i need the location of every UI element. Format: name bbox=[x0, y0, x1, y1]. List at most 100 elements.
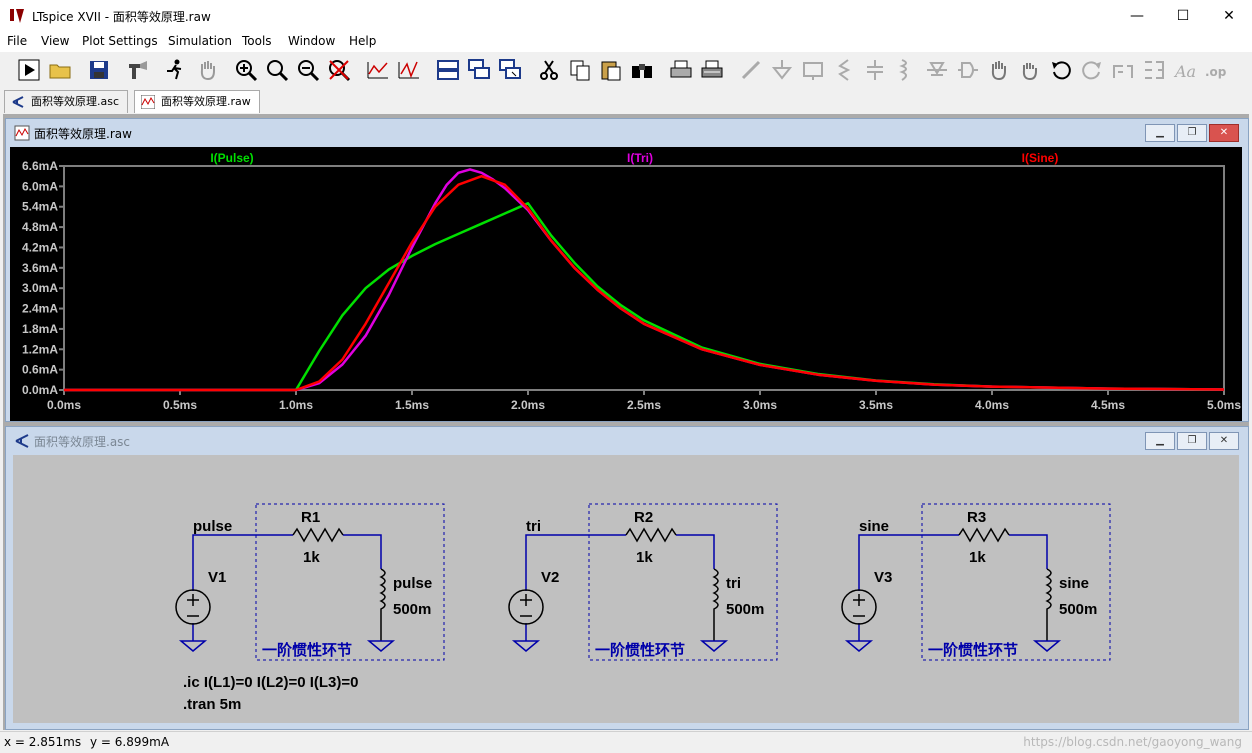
resistor-ref: R3 bbox=[967, 509, 986, 526]
zoom-in-icon[interactable] bbox=[234, 58, 258, 82]
menu-file[interactable]: File bbox=[7, 34, 27, 48]
waveform-plot[interactable]: 0.0mA 0.6mA 1.2mA 1.8mA 2.4mA 3.0mA 3.6mA 4.2mA… bbox=[10, 147, 1242, 421]
redo-icon[interactable] bbox=[1080, 58, 1104, 82]
ground-symbol[interactable] bbox=[699, 640, 729, 652]
y-tick-label: 1.8mA bbox=[22, 322, 58, 336]
ground-symbol[interactable] bbox=[178, 623, 208, 652]
autorange-icon[interactable] bbox=[366, 58, 390, 82]
spice-directive[interactable]: .tran 5m bbox=[183, 696, 241, 713]
minimize-button[interactable]: — bbox=[1114, 0, 1160, 32]
pan-hand-icon[interactable] bbox=[196, 58, 220, 82]
ground-symbol[interactable] bbox=[366, 640, 396, 652]
mirror-icon[interactable] bbox=[1142, 58, 1166, 82]
resistor-icon[interactable] bbox=[832, 58, 856, 82]
tile-horizontal-icon[interactable] bbox=[436, 58, 460, 82]
series-line[interactable] bbox=[64, 168, 1225, 392]
halt-icon[interactable] bbox=[163, 58, 187, 82]
inductor-symbol[interactable] bbox=[712, 568, 719, 641]
tile-cascade-icon[interactable] bbox=[467, 58, 491, 82]
maximize-button[interactable]: ☐ bbox=[1160, 0, 1206, 32]
open-icon[interactable] bbox=[48, 58, 72, 82]
inductor-icon[interactable] bbox=[894, 58, 918, 82]
ground-symbol[interactable] bbox=[844, 623, 874, 652]
zoom-out-icon[interactable] bbox=[296, 58, 320, 82]
inductor-symbol[interactable] bbox=[1045, 568, 1052, 641]
resistor-value: 1k bbox=[969, 549, 986, 566]
y-tick-label: 2.4mA bbox=[22, 302, 58, 316]
text-icon[interactable]: Aa bbox=[1173, 58, 1197, 82]
resistor-value: 1k bbox=[636, 549, 653, 566]
move-icon[interactable] bbox=[987, 58, 1011, 82]
x-tick-label: 0.0ms bbox=[47, 398, 81, 412]
legend-entry[interactable]: I(Tri) bbox=[627, 151, 653, 165]
schematic-close-button[interactable]: ✕ bbox=[1209, 432, 1239, 450]
schematic-window-title: 面积等效原理.asc bbox=[34, 435, 131, 449]
menu-plot-settings[interactable]: Plot Settings bbox=[82, 34, 158, 48]
zoom-cancel-icon[interactable] bbox=[327, 58, 351, 82]
label-icon[interactable] bbox=[801, 58, 825, 82]
mark-unref-icon[interactable] bbox=[397, 58, 421, 82]
resistor-symbol[interactable] bbox=[625, 527, 677, 543]
tab-schematic-label: 面积等效原理.asc bbox=[31, 95, 120, 108]
menu-bar: File View Plot Settings Simulation Tools… bbox=[0, 32, 1252, 52]
cut-icon[interactable] bbox=[537, 58, 561, 82]
series-line[interactable] bbox=[64, 202, 1225, 392]
menu-simulation[interactable]: Simulation bbox=[168, 34, 232, 48]
close-button[interactable]: ✕ bbox=[1206, 0, 1252, 32]
inductor-symbol[interactable] bbox=[379, 568, 386, 641]
undo-icon[interactable] bbox=[1049, 58, 1073, 82]
menu-tools[interactable]: Tools bbox=[242, 34, 272, 48]
menu-window[interactable]: Window bbox=[288, 34, 335, 48]
diode-icon[interactable] bbox=[925, 58, 949, 82]
schematic-minimize-button[interactable]: ▁ bbox=[1145, 432, 1175, 450]
print-setup-icon[interactable] bbox=[700, 58, 724, 82]
zoom-full-icon[interactable] bbox=[265, 58, 289, 82]
y-tick-label: 4.2mA bbox=[22, 240, 58, 254]
schematic-restore-button[interactable]: ❐ bbox=[1177, 432, 1207, 450]
print-icon[interactable] bbox=[669, 58, 693, 82]
waveform-minimize-button[interactable]: ▁ bbox=[1145, 124, 1175, 142]
schematic-drawing[interactable]: pulse R1 1k pulse 500m V1 一阶惯性环节 tri R2 1k tri 500m… bbox=[13, 455, 1239, 723]
ground-symbol[interactable] bbox=[511, 623, 541, 652]
circuit-block: sine R3 1k sine 500m V3 一阶惯性环节 bbox=[841, 503, 1111, 661]
waveform-chart[interactable]: 0.0mA 0.6mA 1.2mA 1.8mA 2.4mA 3.0mA 3.6mA 4.2mA… bbox=[10, 147, 1242, 421]
wire-icon[interactable] bbox=[739, 58, 763, 82]
waveform-close-button[interactable]: ✕ bbox=[1209, 124, 1239, 142]
resistor-ref: R1 bbox=[301, 509, 320, 526]
ground-symbol[interactable] bbox=[1032, 640, 1062, 652]
waveform-window-title: 面积等效原理.raw bbox=[34, 127, 132, 141]
legend-entry[interactable]: I(Sine) bbox=[1022, 151, 1059, 165]
y-tick-label: 3.0mA bbox=[22, 281, 58, 295]
run-icon[interactable] bbox=[17, 58, 41, 82]
resistor-symbol[interactable] bbox=[292, 527, 344, 543]
control-panel-icon[interactable] bbox=[126, 58, 150, 82]
paste-icon[interactable] bbox=[599, 58, 623, 82]
copy-icon[interactable] bbox=[568, 58, 592, 82]
save-icon[interactable] bbox=[87, 58, 111, 82]
ground-icon[interactable] bbox=[770, 58, 794, 82]
menu-help[interactable]: Help bbox=[349, 34, 376, 48]
menu-view[interactable]: View bbox=[41, 34, 69, 48]
rotate-icon[interactable] bbox=[1111, 58, 1135, 82]
x-tick-label: 1.5ms bbox=[395, 398, 429, 412]
find-icon[interactable] bbox=[630, 58, 654, 82]
spice-directive-icon[interactable]: .op bbox=[1204, 58, 1228, 82]
status-y-readout: y = 6.899mA bbox=[90, 735, 170, 749]
resistor-symbol[interactable] bbox=[958, 527, 1010, 543]
schematic-canvas[interactable]: pulse R1 1k pulse 500m V1 一阶惯性环节 tri R2 1k tri 500m… bbox=[13, 455, 1239, 723]
subsystem-label: 一阶惯性环节 bbox=[595, 641, 685, 659]
drag-icon[interactable] bbox=[1018, 58, 1042, 82]
x-tick-label: 2.0ms bbox=[511, 398, 545, 412]
component-icon[interactable] bbox=[956, 58, 980, 82]
capacitor-icon[interactable] bbox=[863, 58, 887, 82]
spice-directive[interactable]: .ic I(L1)=0 I(L2)=0 I(L3)=0 bbox=[183, 674, 358, 691]
watermark-text: https://blog.csdn.net/gaoyong_wang bbox=[1023, 735, 1242, 749]
legend-entry[interactable]: I(Pulse) bbox=[210, 151, 253, 165]
tab-schematic[interactable]: 面积等效原理.asc bbox=[4, 90, 129, 113]
series-line[interactable] bbox=[64, 174, 1225, 392]
x-tick-label: 1.0ms bbox=[279, 398, 313, 412]
tile-close-icon[interactable] bbox=[498, 58, 522, 82]
tab-waveform[interactable]: 面积等效原理.raw bbox=[134, 90, 260, 113]
polarity-marks bbox=[520, 594, 532, 617]
waveform-restore-button[interactable]: ❐ bbox=[1177, 124, 1207, 142]
